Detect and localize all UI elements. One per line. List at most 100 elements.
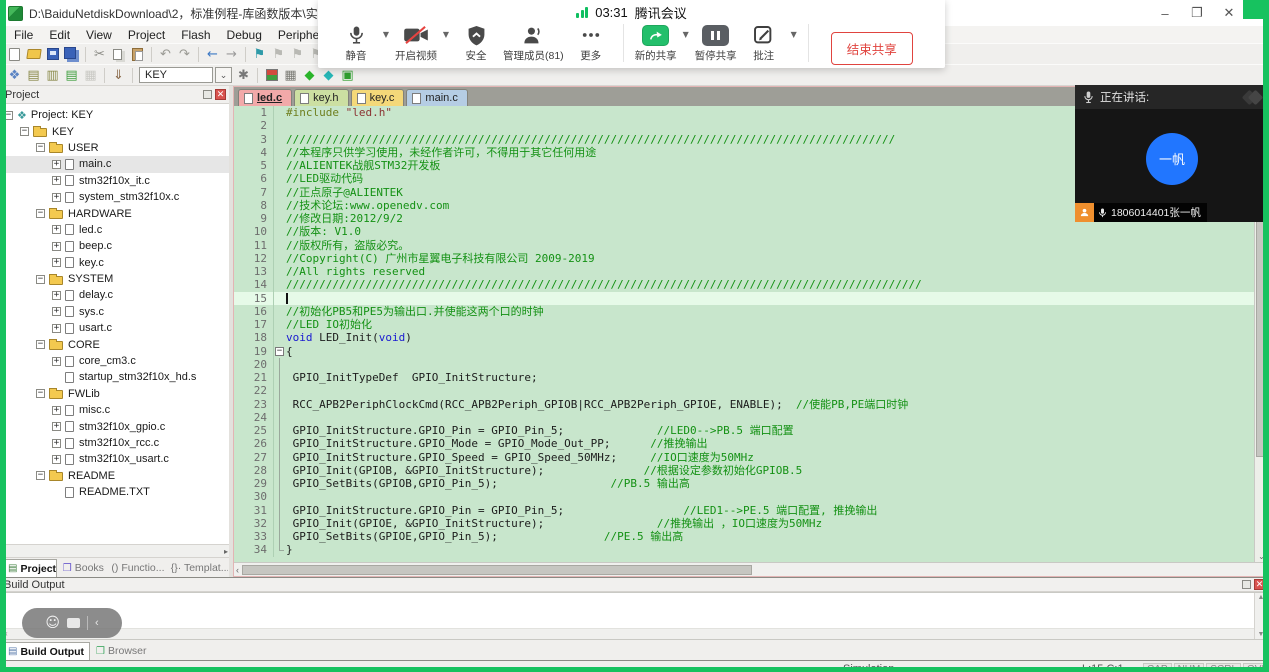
- rebuild-icon[interactable]: ▥: [43, 67, 62, 84]
- tab-led-c[interactable]: led.c: [238, 89, 292, 106]
- undo-icon[interactable]: ↶: [156, 46, 175, 63]
- tree-expander-icon[interactable]: +: [52, 258, 61, 267]
- tree-expander-icon[interactable]: −: [20, 127, 29, 136]
- fold-collapse-icon[interactable]: −: [275, 347, 284, 356]
- code-line[interactable]: 17//LED IO初始化: [234, 318, 1268, 331]
- tree-expander-icon[interactable]: +: [52, 160, 61, 169]
- meeting-reactions-pill[interactable]: ☺ ‹: [22, 608, 122, 638]
- tree-item-readme-txt[interactable]: README.TXT: [0, 484, 229, 500]
- menu-item-flash[interactable]: Flash: [173, 28, 218, 42]
- code-line[interactable]: 33 GPIO_SetBits(GPIOE,GPIO_Pin_5); //PE.…: [234, 530, 1268, 543]
- tree-item-key-c[interactable]: +key.c: [0, 255, 229, 271]
- menu-item-file[interactable]: File: [6, 28, 41, 42]
- tree-expander-icon[interactable]: +: [52, 307, 61, 316]
- maximize-button[interactable]: ❐: [1181, 0, 1213, 26]
- tab-project[interactable]: ▤Project: [2, 559, 57, 577]
- build-output-hscrollbar[interactable]: ‹: [2, 628, 1254, 639]
- tree-expander-icon[interactable]: +: [52, 193, 61, 202]
- tree-expander-icon[interactable]: +: [52, 324, 61, 333]
- tree-item-main-c[interactable]: +main.c: [0, 156, 229, 172]
- panel-close-icon[interactable]: ✕: [1254, 579, 1265, 590]
- cut-icon[interactable]: ✂: [90, 46, 109, 63]
- nav-back-icon[interactable]: ←: [203, 46, 222, 63]
- redo-icon[interactable]: ↷: [175, 46, 194, 63]
- build-icon[interactable]: ▤: [24, 67, 43, 84]
- tree-item-beep-c[interactable]: +beep.c: [0, 238, 229, 254]
- tree-item-hardware[interactable]: −HARDWARE: [0, 205, 229, 221]
- tab-browser[interactable]: ❒Browser: [90, 642, 152, 660]
- fold-margin[interactable]: −: [274, 345, 286, 358]
- debug-session-icon[interactable]: [262, 67, 281, 84]
- code-line[interactable]: 23 RCC_APB2PeriphClockCmd(RCC_APB2Periph…: [234, 398, 1268, 411]
- emoji-icon[interactable]: ☺: [45, 616, 60, 630]
- tree-expander-icon[interactable]: −: [4, 111, 13, 120]
- pause-share-button[interactable]: 暂停共享: [692, 22, 740, 64]
- tree-item-stm32f10x-rcc-c[interactable]: +stm32f10x_rcc.c: [0, 435, 229, 451]
- code-line[interactable]: 29 GPIO_SetBits(GPIOB,GPIO_Pin_5); //PB.…: [234, 477, 1268, 490]
- save-all-icon[interactable]: [62, 46, 81, 63]
- pin-icon[interactable]: [1242, 580, 1251, 589]
- tab-functions[interactable]: () Functio...: [105, 559, 164, 577]
- mute-button[interactable]: 静音: [332, 22, 380, 64]
- code-line[interactable]: 11//版权所有，盗版必究。: [234, 239, 1268, 252]
- tree-item-fwlib[interactable]: −FWLib: [0, 386, 229, 402]
- tree-expander-icon[interactable]: −: [36, 209, 45, 218]
- tree-expander-icon[interactable]: +: [52, 242, 61, 251]
- editor-hscrollbar[interactable]: ‹ ›: [234, 562, 1268, 576]
- menu-item-view[interactable]: View: [78, 28, 120, 42]
- new-share-button-dropdown-icon[interactable]: ▼: [680, 30, 692, 39]
- members-button[interactable]: 管理成员(81): [500, 22, 567, 64]
- code-line[interactable]: 25 GPIO_InitStructure.GPIO_Pin = GPIO_Pi…: [234, 424, 1268, 437]
- close-button[interactable]: ✕: [1213, 0, 1245, 26]
- hscroll-thumb[interactable]: [242, 565, 752, 575]
- tree-item-led-c[interactable]: +led.c: [0, 222, 229, 238]
- camera-button[interactable]: 开启视频: [392, 22, 440, 64]
- tab-key-c[interactable]: key.c: [351, 89, 405, 106]
- menu-item-edit[interactable]: Edit: [41, 28, 78, 42]
- scroll-right-icon[interactable]: ›: [1263, 565, 1266, 575]
- sim-green-icon[interactable]: ◆: [300, 67, 319, 84]
- code-line[interactable]: 20: [234, 358, 1268, 371]
- code-line[interactable]: 24: [234, 411, 1268, 424]
- menu-item-project[interactable]: Project: [120, 28, 173, 42]
- stop-build-icon[interactable]: ▦: [81, 67, 100, 84]
- tree-item-stm32f10x-gpio-c[interactable]: +stm32f10x_gpio.c: [0, 418, 229, 434]
- target-dropdown[interactable]: ⌄: [215, 67, 232, 83]
- scroll-down-icon[interactable]: ⌄: [1255, 552, 1268, 561]
- more-button[interactable]: 更多: [567, 22, 615, 64]
- target-select[interactable]: KEY: [139, 67, 213, 83]
- batch-build-icon[interactable]: ▤: [62, 67, 81, 84]
- menu-item-debug[interactable]: Debug: [219, 28, 270, 42]
- tab-templates[interactable]: {}· Templat...: [165, 559, 229, 577]
- bookmark-prev-icon[interactable]: ⚑: [269, 46, 288, 63]
- tree-item-stm32f10x-it-c[interactable]: +stm32f10x_it.c: [0, 173, 229, 189]
- bookmark-next-icon[interactable]: ⚑: [288, 46, 307, 63]
- tree-item-project-key[interactable]: −❖Project: KEY: [0, 107, 229, 123]
- tree-expander-icon[interactable]: +: [52, 439, 61, 448]
- tab-books[interactable]: ❒Books: [57, 559, 106, 577]
- end-share-button[interactable]: 结束共享: [831, 32, 913, 65]
- project-hscrollbar[interactable]: ◂▸: [0, 544, 229, 557]
- build-output-content[interactable]: ▲▼ ‹: [1, 592, 1268, 640]
- tree-item-key[interactable]: −KEY: [0, 123, 229, 139]
- copy-icon[interactable]: [109, 46, 128, 63]
- participant-video-tile[interactable]: 一帆 1806014401张一帆: [1075, 109, 1269, 222]
- tree-expander-icon[interactable]: +: [52, 422, 61, 431]
- tree-item-startup-stm32f10x-hd-s[interactable]: startup_stm32f10x_hd.s: [0, 369, 229, 385]
- code-line[interactable]: 15: [234, 292, 1268, 305]
- tree-expander-icon[interactable]: −: [36, 143, 45, 152]
- save-icon[interactable]: [43, 46, 62, 63]
- window-layout-icon[interactable]: ▦: [281, 67, 300, 84]
- code-line[interactable]: 26 GPIO_InitStructure.GPIO_Mode = GPIO_M…: [234, 437, 1268, 450]
- panel-close-icon[interactable]: ✕: [215, 89, 226, 100]
- code-line[interactable]: 13//All rights reserved: [234, 265, 1268, 278]
- camera-button-dropdown-icon[interactable]: ▼: [440, 30, 452, 39]
- tree-item-stm32f10x-usart-c[interactable]: +stm32f10x_usart.c: [0, 451, 229, 467]
- bookmark-icon[interactable]: ⚑: [250, 46, 269, 63]
- code-line[interactable]: 34}: [234, 543, 1268, 556]
- annotate-button[interactable]: 批注: [740, 22, 788, 64]
- tree-expander-icon[interactable]: +: [52, 176, 61, 185]
- tab-main-c[interactable]: main.c: [406, 89, 467, 106]
- target-options-icon[interactable]: ✱: [234, 67, 253, 84]
- code-line[interactable]: 16//初始化PB5和PE5为输出口.并使能这两个口的时钟: [234, 305, 1268, 318]
